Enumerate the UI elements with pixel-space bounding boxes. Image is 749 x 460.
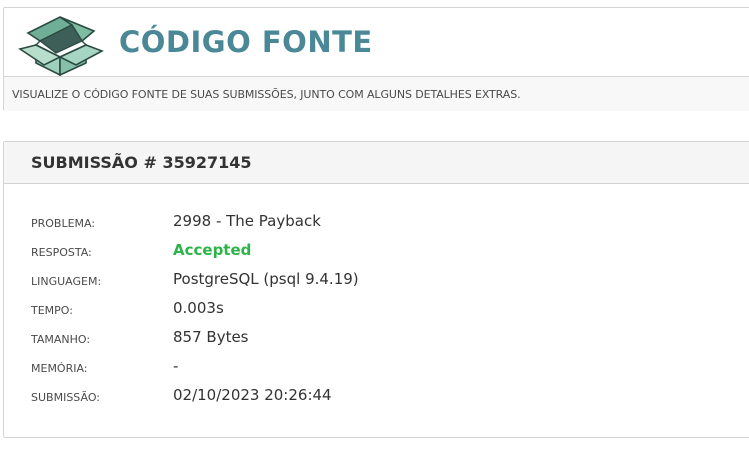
detail-label: TEMPO:	[31, 304, 73, 317]
time-value: 0.003s	[173, 299, 224, 317]
size-value: 857 Bytes	[173, 328, 249, 346]
open-box-icon	[18, 16, 104, 77]
language-value: PostgreSQL (psql 9.4.19)	[173, 270, 359, 288]
page-subtitle-bar: VISUALIZE O CÓDIGO FONTE DE SUAS SUBMISS…	[4, 76, 749, 111]
problem-value: 2998 - The Payback	[173, 212, 321, 230]
detail-label: RESPOSTA:	[31, 246, 92, 259]
header-top: CÓDIGO FONTE	[4, 8, 749, 77]
answer-status: Accepted	[173, 241, 252, 259]
detail-label: TAMANHO:	[31, 333, 91, 346]
submission-title: SUBMISSÃO # 35927145	[31, 153, 252, 172]
detail-label: SUBMISSÃO:	[31, 391, 100, 404]
memory-value: -	[173, 357, 179, 375]
page-header-panel: CÓDIGO FONTE VISUALIZE O CÓDIGO FONTE DE…	[3, 7, 749, 111]
detail-label: PROBLEMA:	[31, 217, 96, 230]
page: CÓDIGO FONTE VISUALIZE O CÓDIGO FONTE DE…	[0, 0, 749, 460]
page-subtitle: VISUALIZE O CÓDIGO FONTE DE SUAS SUBMISS…	[12, 88, 521, 101]
page-title: CÓDIGO FONTE	[119, 25, 373, 59]
detail-label: MEMÓRIA:	[31, 362, 88, 375]
detail-label: LINGUAGEM:	[31, 275, 102, 288]
submission-header: SUBMISSÃO # 35927145	[4, 142, 749, 184]
submission-date-value: 02/10/2023 20:26:44	[173, 386, 332, 404]
submission-panel: SUBMISSÃO # 35927145 PROBLEMA: 2998 - Th…	[3, 141, 749, 438]
